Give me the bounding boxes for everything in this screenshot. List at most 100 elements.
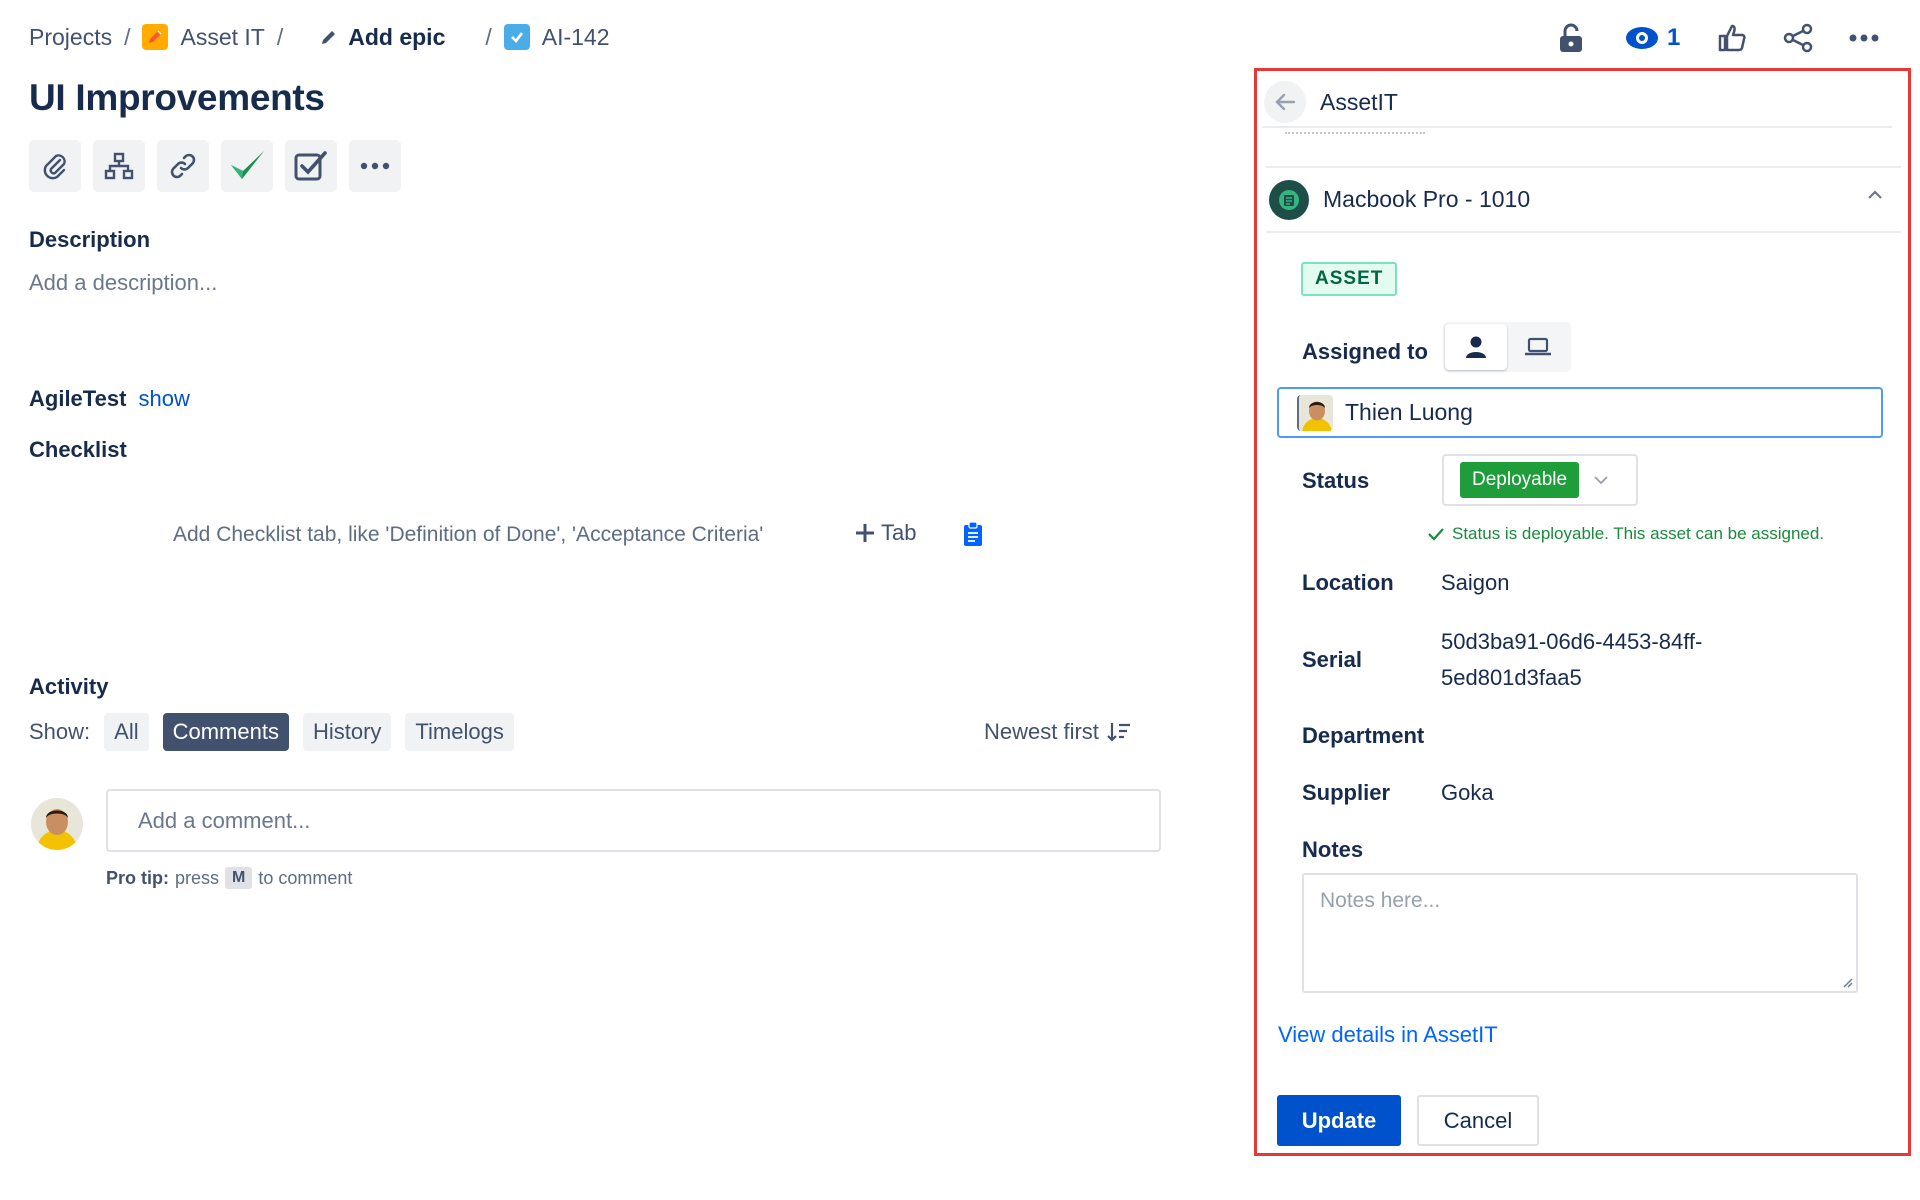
- back-button[interactable]: [1264, 81, 1306, 123]
- link-issue-button[interactable]: [157, 140, 209, 192]
- attachment-icon: [40, 151, 70, 181]
- attach-button[interactable]: [29, 140, 81, 192]
- asset-type-badge: ASSET: [1301, 262, 1398, 296]
- serial-value-line1: 50d3ba91-06d6-4453-84ff-: [1441, 629, 1703, 654]
- check-icon: [1428, 527, 1444, 541]
- supplier-value: Goka: [1441, 780, 1494, 805]
- add-tab-button[interactable]: Tab: [855, 520, 916, 546]
- like-button[interactable]: [1708, 14, 1756, 62]
- notes-textarea[interactable]: Notes here...: [1302, 873, 1858, 993]
- agiletest-row: AgileTest show: [29, 386, 190, 412]
- task-icon: [503, 24, 530, 50]
- agiletest-label: AgileTest: [29, 386, 127, 411]
- add-epic-label: Add epic: [348, 23, 446, 50]
- breadcrumb-separator: /: [485, 23, 492, 50]
- arrow-left-icon: [1274, 93, 1296, 111]
- serial-label: Serial: [1302, 647, 1362, 672]
- add-child-issue-button[interactable]: [93, 140, 145, 192]
- serial-value-line2: 5ed801d3faa5: [1441, 665, 1582, 690]
- update-button[interactable]: Update: [1277, 1095, 1401, 1146]
- sort-label: Newest first: [984, 719, 1099, 744]
- agiletest-show-link[interactable]: show: [139, 386, 190, 411]
- toolbar-more-button[interactable]: [349, 140, 401, 192]
- issue-title[interactable]: UI Improvements: [29, 77, 325, 119]
- status-message-text: Status is deployable. This asset can be …: [1452, 524, 1825, 543]
- device-icon: [1278, 189, 1300, 211]
- link-icon: [168, 151, 198, 181]
- assigned-to-label: Assigned to: [1302, 339, 1428, 364]
- share-button[interactable]: [1774, 14, 1822, 62]
- description-heading: Description: [29, 227, 151, 252]
- asset-header[interactable]: Macbook Pro - 1010: [1266, 166, 1901, 233]
- checklist-template-button[interactable]: [962, 521, 984, 547]
- checkmark-app-button[interactable]: [221, 140, 273, 192]
- child-issue-icon: [104, 151, 134, 181]
- cancel-button[interactable]: Cancel: [1417, 1095, 1539, 1146]
- activity-heading: Activity: [29, 674, 109, 699]
- status-select[interactable]: Deployable: [1442, 454, 1638, 506]
- description-field[interactable]: Add a description...: [29, 270, 217, 296]
- checklist-heading: Checklist: [29, 437, 127, 462]
- assignee-avatar: [1297, 394, 1333, 431]
- add-epic-link[interactable]: Add epic: [319, 24, 445, 51]
- supplier-label: Supplier: [1302, 780, 1391, 805]
- comment-input[interactable]: Add a comment...: [106, 789, 1161, 852]
- location-value: Saigon: [1441, 570, 1510, 595]
- filter-all[interactable]: All: [104, 713, 149, 751]
- asset-avatar: [1269, 179, 1309, 220]
- resize-handle-icon[interactable]: [1841, 976, 1853, 988]
- filter-history[interactable]: History: [302, 713, 392, 751]
- checkmark-icon: [228, 149, 266, 183]
- watch-button[interactable]: 1: [1619, 14, 1686, 62]
- pro-tip-press: press: [175, 867, 220, 888]
- breadcrumb-separator: /: [124, 23, 131, 50]
- filter-timelogs[interactable]: Timelogs: [405, 713, 514, 751]
- assign-to-asset-option[interactable]: [1507, 324, 1569, 370]
- activity-filters: Show: All Comments History Timelogs: [29, 713, 514, 751]
- pencil-icon: [319, 27, 339, 47]
- watchers-count: 1: [1667, 24, 1681, 51]
- clipboard-icon: [962, 521, 984, 547]
- department-label: Department: [1302, 723, 1425, 748]
- checklist-hint: Add Checklist tab, like 'Definition of D…: [173, 523, 764, 546]
- laptop-icon: [1524, 337, 1552, 357]
- pro-tip-suffix: to comment: [258, 867, 353, 888]
- assign-type-toggle: [1443, 322, 1571, 372]
- breadcrumb-project[interactable]: Asset IT: [142, 23, 265, 51]
- plus-icon: [855, 523, 875, 543]
- divider: [1285, 128, 1425, 134]
- lock-icon: [1558, 23, 1584, 53]
- breadcrumb-separator: /: [276, 23, 284, 50]
- assign-to-user-option[interactable]: [1445, 324, 1507, 370]
- sort-order-button[interactable]: Newest first: [984, 719, 1131, 745]
- breadcrumb-issue[interactable]: AI-142: [503, 24, 610, 51]
- checklist-app-button[interactable]: [285, 140, 337, 192]
- location-label: Location: [1302, 570, 1394, 595]
- breadcrumb-projects[interactable]: Projects: [29, 24, 112, 51]
- more-actions-button[interactable]: [1840, 14, 1888, 62]
- more-icon: [360, 162, 390, 170]
- filter-comments[interactable]: Comments: [162, 713, 289, 751]
- notes-placeholder: Notes here...: [1320, 889, 1441, 912]
- add-tab-label: Tab: [881, 520, 917, 545]
- breadcrumb-project-label: Asset IT: [180, 23, 265, 50]
- status-value: Deployable: [1460, 462, 1580, 498]
- issue-actions: 1: [1535, 14, 1888, 62]
- checklist-icon: [294, 150, 328, 182]
- show-label: Show:: [29, 719, 91, 744]
- asset-name: Macbook Pro - 1010: [1323, 186, 1531, 212]
- eye-icon: [1625, 26, 1659, 50]
- status-label: Status: [1302, 468, 1370, 493]
- breadcrumb: Projects / Asset IT / Add epic / AI-142: [29, 22, 610, 52]
- more-icon: [1849, 34, 1879, 42]
- pro-tip-label: Pro tip:: [106, 867, 169, 888]
- shortcut-key: M: [225, 867, 253, 889]
- notes-label: Notes: [1302, 837, 1364, 862]
- assignee-field[interactable]: Thien Luong: [1277, 387, 1883, 438]
- status-message: Status is deployable. This asset can be …: [1428, 524, 1824, 544]
- lock-button[interactable]: [1547, 14, 1595, 62]
- chevron-down-icon: [1593, 475, 1609, 485]
- view-details-link[interactable]: View details in AssetIT: [1278, 1022, 1498, 1048]
- chevron-up-icon[interactable]: [1867, 190, 1883, 200]
- assignee-name: Thien Luong: [1345, 399, 1473, 425]
